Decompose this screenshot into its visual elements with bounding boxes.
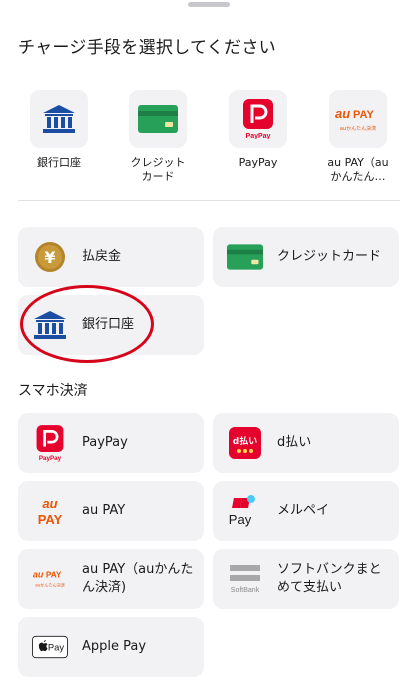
quick-action-credit-card[interactable]: クレジット カード <box>120 90 196 184</box>
quick-action-au-pay[interactable]: au PAY auかんたん決済 au PAY（au かんたん… <box>320 90 396 184</box>
charge-method-credit-card[interactable]: クレジットカード <box>213 227 399 287</box>
svg-text:au: au <box>33 569 44 579</box>
d-barai-icon: d払い <box>229 427 261 459</box>
quick-action-label: 銀行口座 <box>37 156 81 169</box>
smartphone-method-apple-pay[interactable]: Pay Apple Pay <box>18 617 204 677</box>
quick-action-label: au PAY（au かんたん… <box>327 156 389 183</box>
credit-card-icon <box>227 244 263 270</box>
smartphone-method-merpay[interactable]: Pay メルペイ <box>213 481 399 541</box>
svg-text:auかんたん決済: auかんたん決済 <box>35 581 65 587</box>
svg-text:PAY: PAY <box>353 109 374 121</box>
quick-action-label: クレジット カード <box>130 156 186 183</box>
au-pay-kantan-icon: au PAY auかんたん決済 <box>33 569 65 587</box>
svg-text:Pay: Pay <box>48 641 65 652</box>
charge-method-label: 銀行口座 <box>82 317 135 332</box>
apple-pay-icon: Pay <box>32 635 68 659</box>
softbank-icon: SoftBank <box>230 565 260 594</box>
au-pay-icon: au PAY auかんたん決済 <box>335 106 376 132</box>
smartphone-method-label: PayPay <box>82 435 128 450</box>
charge-method-label: クレジットカード <box>277 249 382 264</box>
svg-text:PayPay: PayPay <box>39 455 62 462</box>
paypay-icon: PayPay <box>36 425 64 462</box>
quick-action-bank[interactable]: 銀行口座 <box>21 90 97 170</box>
credit-card-icon <box>138 105 178 133</box>
smartphone-method-label: メルペイ <box>277 503 330 518</box>
au-pay-icon: au PAY <box>38 496 63 527</box>
charge-method-bank[interactable]: 銀行口座 <box>18 295 204 355</box>
section-divider <box>18 200 400 201</box>
svg-text:au: au <box>42 496 57 511</box>
svg-text:PAY: PAY <box>46 570 62 579</box>
svg-text:auかんたん決済: auかんたん決済 <box>340 125 376 132</box>
smartphone-method-label: au PAY（auかんた ん決済) <box>82 562 194 595</box>
smartphone-method-d-barai[interactable]: d払い d払い <box>213 413 399 473</box>
sheet-drag-handle[interactable] <box>188 2 230 7</box>
smartphone-method-paypay[interactable]: PayPay PayPay <box>18 413 204 473</box>
smartphone-method-label: au PAY <box>82 503 126 518</box>
yen-coin-icon: ¥ <box>35 242 65 272</box>
svg-text:PAY: PAY <box>38 512 63 527</box>
smartphone-method-au-pay[interactable]: au PAY au PAY <box>18 481 204 541</box>
svg-text:d払い: d払い <box>233 435 257 447</box>
svg-text:SoftBank: SoftBank <box>231 587 260 594</box>
bank-icon <box>43 105 75 133</box>
smartphone-method-softbank[interactable]: SoftBank ソフトバンクまと めて支払い <box>213 549 399 609</box>
merpay-icon: Pay <box>229 495 255 527</box>
quick-action-paypay[interactable]: PayPay PayPay <box>220 90 296 170</box>
smartphone-method-label: d払い <box>277 435 312 450</box>
smartphone-method-label: Apple Pay <box>82 639 147 654</box>
svg-text:au: au <box>335 106 350 121</box>
svg-text:¥: ¥ <box>44 248 55 267</box>
smartphone-method-au-pay-kantan[interactable]: au PAY auかんたん決済 au PAY（auかんた ん決済) <box>18 549 204 609</box>
charge-method-label: 払戻金 <box>82 249 122 264</box>
smartphone-method-label: ソフトバンクまと めて支払い <box>277 562 382 595</box>
svg-text:Pay: Pay <box>229 512 252 527</box>
section-title-smartphone-payment: スマホ決済 <box>18 383 88 399</box>
quick-action-label: PayPay <box>238 156 278 169</box>
svg-text:PayPay: PayPay <box>246 133 271 139</box>
charge-method-refund[interactable]: ¥ 払戻金 <box>18 227 204 287</box>
sheet-title: チャージ手段を選択してください <box>18 38 276 58</box>
bank-icon <box>34 311 66 339</box>
paypay-icon: PayPay <box>243 99 273 139</box>
